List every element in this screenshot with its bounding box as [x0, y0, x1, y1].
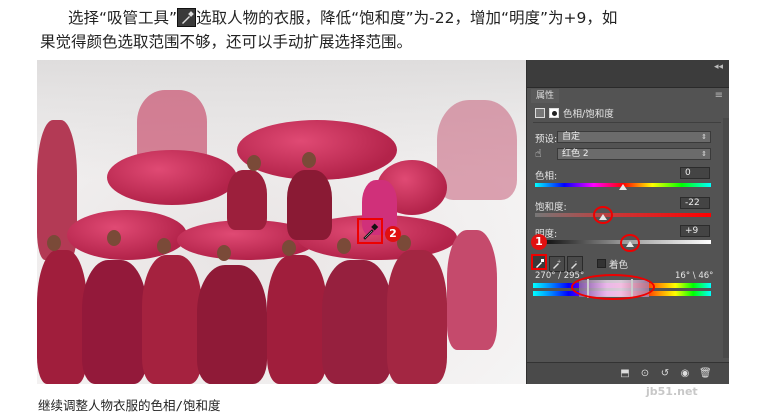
figure-caption: 继续调整人物衣服的色相/饱和度 — [38, 398, 221, 413]
head — [217, 245, 231, 261]
robe-figure — [437, 100, 517, 200]
robe-figure — [82, 260, 147, 384]
properties-panel: ◂◂ 属性 ≡ 色相/饱和度 预设: 自定 ⇕ ☝ 红色 2 ⇕ 色相: 0 饱和度… — [526, 60, 729, 384]
colorize-label: 着色 — [609, 260, 629, 271]
robe-figure — [37, 250, 87, 384]
head — [107, 230, 121, 246]
head — [47, 235, 61, 251]
saturation-label: 饱和度: — [535, 202, 567, 213]
robe-figure — [267, 255, 327, 384]
instruction-paragraph: 选择“吸管工具” 选取人物的衣服，降低“饱和度”为-22，增加“明度”为+9，如 … — [40, 6, 740, 54]
channel-value: 红色 2 — [562, 149, 589, 159]
panel-header: ◂◂ — [527, 60, 729, 88]
target-adjust-hand-icon[interactable]: ☝ — [535, 147, 542, 160]
eyedropper-cursor-icon — [363, 223, 379, 240]
paragraph-line2: 果觉得颜色选取范围不够，还可以手动扩展选择范围。 — [40, 33, 413, 51]
divider — [533, 122, 721, 123]
robe-figure — [387, 250, 447, 384]
lightness-value-field[interactable]: +9 — [680, 225, 710, 237]
paragraph-line1-end: 选取人物的衣服，降低“饱和度”为-22，增加“明度”为+9，如 — [196, 9, 618, 27]
dropdown-arrow-icon: ⇕ — [701, 133, 707, 141]
clip-to-layer-icon[interactable]: ⬒ — [619, 368, 631, 379]
head — [157, 238, 171, 254]
tab-properties[interactable]: 属性 — [531, 89, 559, 103]
robe-figure — [142, 255, 202, 384]
lightness-highlight — [620, 234, 640, 252]
panel-scrollbar[interactable] — [723, 118, 729, 358]
subtract-from-sample-button[interactable]: - — [567, 256, 583, 272]
watermark-logo: jb51.net — [646, 385, 698, 398]
preset-value: 自定 — [562, 132, 581, 142]
adjustment-layer-icon — [535, 108, 545, 118]
head — [337, 238, 351, 254]
range-right-degrees: 16° \ 46° — [675, 271, 714, 281]
red-bundle — [67, 210, 187, 260]
layer-mask-icon — [549, 108, 559, 118]
saturation-highlight — [593, 206, 613, 224]
svg-text:-: - — [575, 259, 577, 265]
panel-title-text: 色相/饱和度 — [563, 109, 614, 120]
red-bundle — [107, 150, 237, 205]
delete-trash-icon[interactable]: 🗑 — [699, 368, 712, 379]
robe-figure — [287, 170, 332, 240]
reset-icon[interactable]: ↺ — [659, 368, 671, 379]
visibility-eye-icon[interactable]: ◉ — [679, 368, 691, 379]
head — [282, 240, 296, 256]
eyedropper-cursor-marker — [357, 218, 383, 244]
marker-2: 2 — [385, 226, 401, 242]
monks-photo: 2 — [37, 60, 526, 384]
robe-figure — [197, 265, 267, 384]
panel-title: 色相/饱和度 — [535, 106, 614, 120]
add-to-sample-button[interactable]: + — [549, 256, 565, 272]
range-highlight-oval — [571, 274, 655, 300]
head — [302, 152, 316, 168]
hue-slider-thumb[interactable] — [619, 184, 627, 190]
hue-label: 色相: — [535, 171, 558, 182]
channel-dropdown[interactable]: 红色 2 ⇕ — [557, 148, 711, 160]
collapse-panel-button[interactable]: ◂◂ — [714, 62, 723, 72]
paragraph-line1-start: 选择“吸管工具” — [68, 9, 178, 27]
preset-label: 预设: — [535, 134, 558, 145]
eyedropper-tool-icon — [177, 8, 197, 27]
panel-footer: ⬒ ⊙ ↺ ◉ 🗑 — [527, 362, 729, 384]
view-previous-icon[interactable]: ⊙ — [639, 368, 651, 379]
head — [247, 155, 261, 171]
robe-figure — [447, 230, 497, 350]
robe-figure — [322, 260, 392, 384]
saturation-value-field[interactable]: -22 — [680, 197, 710, 209]
colorize-checkbox[interactable] — [597, 259, 606, 268]
svg-text:+: + — [557, 259, 561, 265]
robe-figure — [227, 170, 267, 230]
saturation-slider-track[interactable] — [535, 213, 711, 217]
hue-value-field[interactable]: 0 — [680, 167, 710, 179]
panel-menu-icon[interactable]: ≡ — [715, 90, 723, 101]
eyedropper-button[interactable] — [531, 254, 547, 270]
dropdown-arrow-icon: ⇕ — [701, 150, 707, 158]
preset-dropdown[interactable]: 自定 ⇕ — [557, 131, 711, 143]
marker-1: 1 — [531, 234, 547, 250]
